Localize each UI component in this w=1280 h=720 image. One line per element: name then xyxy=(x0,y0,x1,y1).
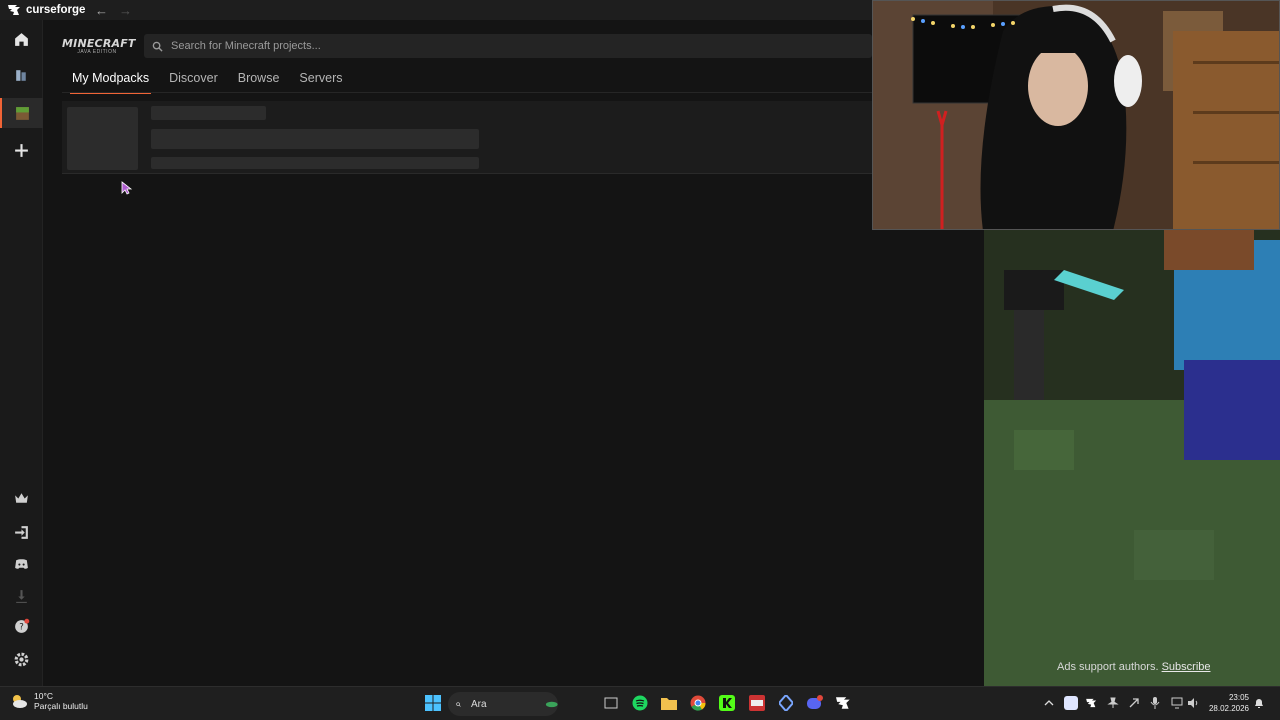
search-icon xyxy=(152,41,163,52)
premium-crown-icon[interactable] xyxy=(0,483,43,513)
taskbar-search-icon xyxy=(456,701,461,707)
settings-icon[interactable] xyxy=(0,644,43,674)
forward-arrow-icon[interactable]: → xyxy=(117,3,133,18)
login-icon[interactable] xyxy=(0,517,43,547)
taskbar: 10°C Parçalı bulutlu Ara 23:05 28.02.202… xyxy=(0,686,1280,720)
back-arrow-icon[interactable]: ← xyxy=(93,3,109,18)
tab-bar: My Modpacks Discover Browse Servers xyxy=(62,68,353,94)
microphone-icon[interactable] xyxy=(1146,694,1164,712)
vpn-app-icon[interactable] xyxy=(777,694,795,712)
download-icon[interactable] xyxy=(0,581,43,611)
webcam-overlay xyxy=(872,0,1280,230)
weather-widget[interactable]: 10°C Parçalı bulutlu xyxy=(10,691,88,711)
notification-bell-icon[interactable] xyxy=(1250,694,1268,712)
system-clock[interactable]: 23:05 28.02.2026 xyxy=(1205,692,1249,714)
gameplay-overlay xyxy=(984,230,1280,686)
sidebar: ? xyxy=(0,20,43,686)
partly-cloudy-icon xyxy=(13,695,27,708)
curseforge-taskbar-icon[interactable] xyxy=(835,694,853,712)
clock-date: 28.02.2026 xyxy=(1208,704,1249,713)
clock-time: 23:05 xyxy=(1228,693,1249,702)
skeleton-description xyxy=(151,129,479,149)
svg-text:?: ? xyxy=(19,622,24,632)
tray-pin-icon[interactable] xyxy=(1104,694,1122,712)
chrome-icon[interactable] xyxy=(689,694,707,712)
curseforge-logo-icon xyxy=(8,5,20,15)
profiles-icon[interactable] xyxy=(0,60,43,90)
webcam-image xyxy=(873,1,1279,229)
taskbar-search-label: Ara xyxy=(470,698,487,710)
tab-discover[interactable]: Discover xyxy=(159,68,228,94)
search-input[interactable] xyxy=(171,40,831,52)
stream-app-icon[interactable] xyxy=(748,694,766,712)
app-name: curseforge xyxy=(26,4,86,16)
search-highlight-icon xyxy=(545,701,558,708)
volume-icon[interactable] xyxy=(1184,694,1202,712)
header: MINECRAFT JAVA EDITION xyxy=(44,20,872,72)
minecraft-logo[interactable]: MINECRAFT JAVA EDITION xyxy=(62,38,135,56)
gameplay-image xyxy=(984,230,1280,686)
ads-notice: Ads support authors. Subscribe xyxy=(1057,661,1211,673)
tray-curseforge-icon[interactable] xyxy=(1083,694,1101,712)
tab-divider xyxy=(62,92,872,93)
home-icon[interactable] xyxy=(0,24,43,54)
windows-start-icon[interactable] xyxy=(424,694,442,712)
tray-arrow-icon[interactable] xyxy=(1125,694,1143,712)
minecraft-grass-icon[interactable] xyxy=(0,98,43,128)
tab-my-modpacks[interactable]: My Modpacks xyxy=(62,68,159,94)
task-view-icon[interactable] xyxy=(602,694,620,712)
tray-app-icon[interactable] xyxy=(1062,694,1080,712)
mouse-cursor-icon xyxy=(121,181,133,195)
curseforge-brand: curseforge xyxy=(8,4,85,16)
ads-text: Ads support authors. xyxy=(1057,661,1159,673)
skeleton-thumbnail xyxy=(67,107,138,170)
discord-taskbar-icon[interactable] xyxy=(806,694,824,712)
discord-icon[interactable] xyxy=(0,549,43,579)
tray-overflow-icon[interactable] xyxy=(1040,694,1058,712)
skeleton-meta xyxy=(151,157,479,169)
add-game-icon[interactable] xyxy=(0,135,43,165)
modpack-skeleton-card xyxy=(62,101,872,174)
weather-temp: 10°C xyxy=(34,691,53,701)
file-explorer-icon[interactable] xyxy=(660,694,678,712)
tab-servers[interactable]: Servers xyxy=(289,68,352,94)
subscribe-link[interactable]: Subscribe xyxy=(1162,661,1211,673)
skeleton-title xyxy=(151,106,266,120)
help-icon[interactable]: ? xyxy=(0,611,43,641)
taskbar-search[interactable]: Ara xyxy=(448,692,558,716)
tab-browse[interactable]: Browse xyxy=(228,68,290,94)
kick-icon[interactable] xyxy=(718,694,736,712)
app-window: curseforge ← → ? MINECRAFT JAVA EDITION … xyxy=(0,0,1280,720)
spotify-icon[interactable] xyxy=(631,694,649,712)
search-bar[interactable] xyxy=(144,34,872,58)
weather-desc: Parçalı bulutlu xyxy=(34,701,88,711)
